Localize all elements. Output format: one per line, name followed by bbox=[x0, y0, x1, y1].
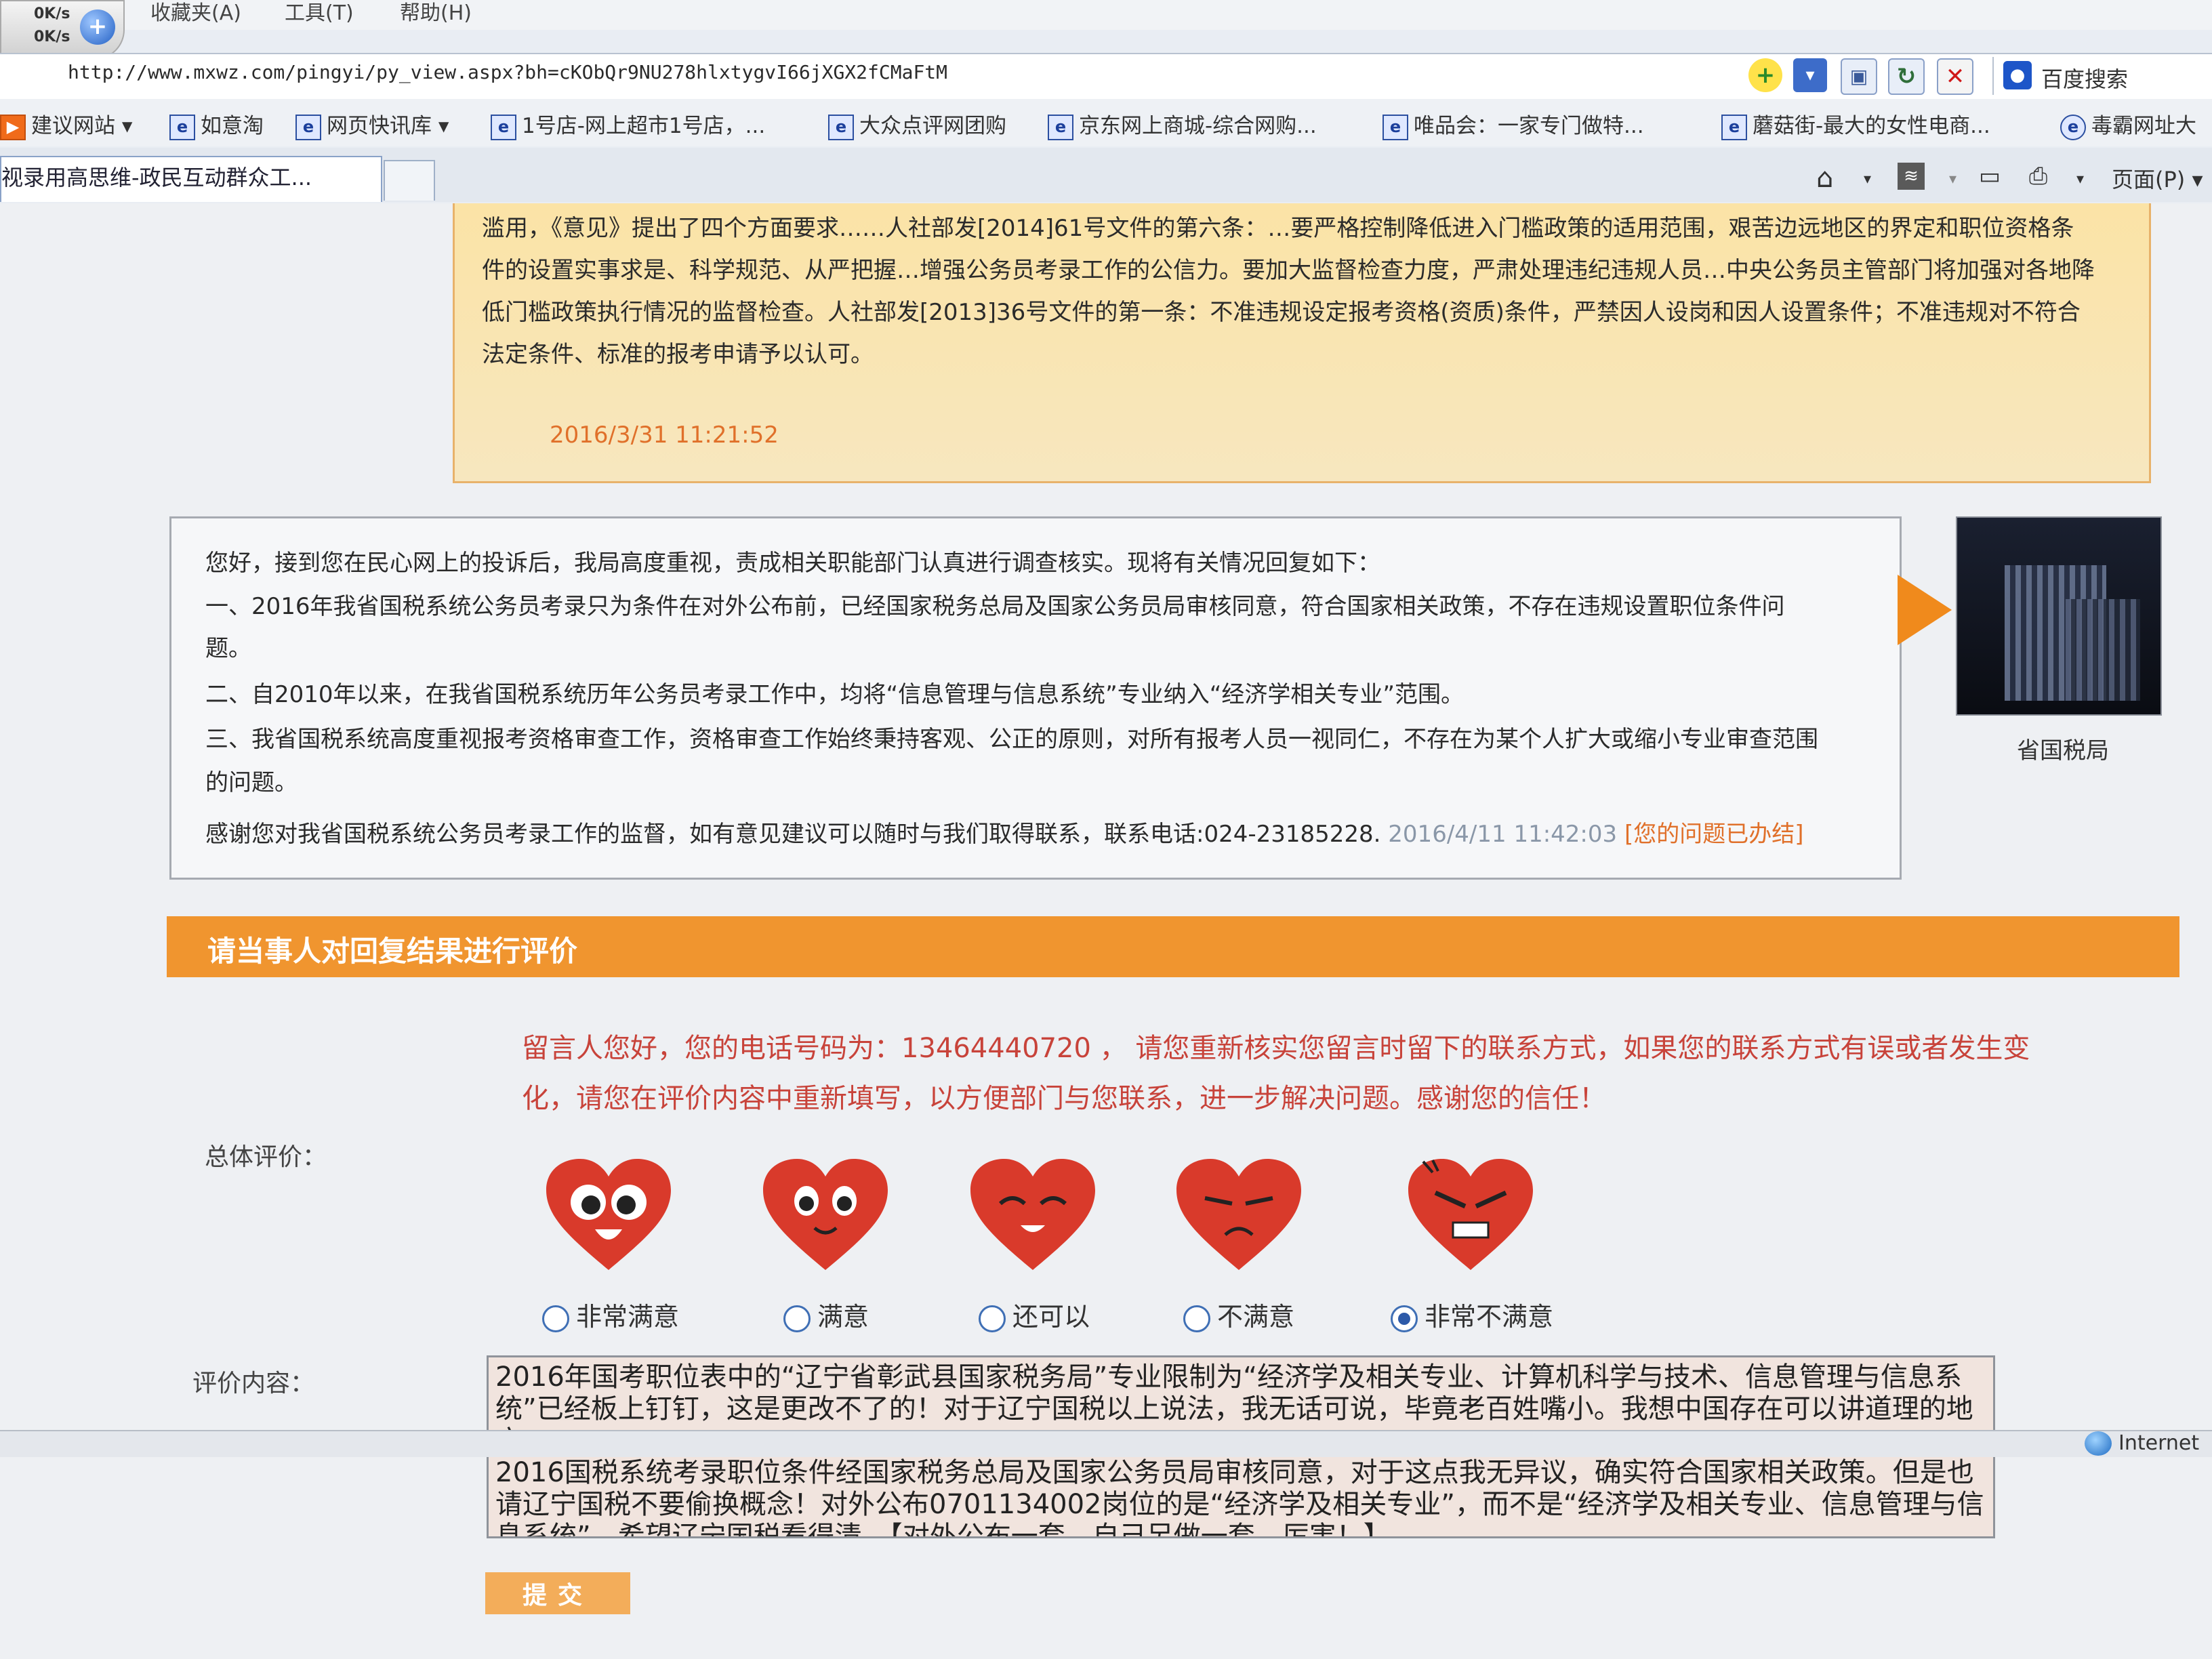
feeds-icon[interactable]: ≋ bbox=[1898, 163, 1925, 190]
page-icon: e bbox=[1382, 114, 1408, 140]
compat-view-icon[interactable]: ▣ bbox=[1841, 58, 1877, 95]
tab-bar: 视录用高思维-政民互动群众工... ⌂ ▾ ≋ ▾ ▭ ⎙ ▾ 页面(P) ▾ bbox=[0, 148, 2212, 202]
ie-icon: e bbox=[2060, 114, 2086, 140]
page-icon: e bbox=[491, 114, 516, 140]
page-icon: e bbox=[295, 114, 321, 140]
okay-heart-icon[interactable] bbox=[965, 1155, 1101, 1277]
menu-help[interactable]: 帮助(H) bbox=[400, 0, 472, 30]
search-label: 百度搜索 bbox=[2041, 66, 2129, 92]
overall-rating-label: 总体评价： bbox=[205, 1143, 327, 1171]
reply-line: 的问题。 bbox=[205, 769, 298, 796]
reply-date: 2016/4/11 11:42:03 bbox=[1388, 821, 1618, 848]
reply-line: 题。 bbox=[205, 635, 251, 662]
download-speed: 0K/s bbox=[34, 28, 70, 45]
reply-line: 三、我省国税系统高度重视报考资格审查工作，资格审查工作始终秉持客观、公正的原则，… bbox=[205, 726, 1818, 753]
rating-satisfied[interactable]: 满意 bbox=[783, 1296, 869, 1333]
address-bar[interactable]: http://www.mxwz.com/pingyi/py_view.aspx?… bbox=[0, 53, 2212, 100]
reply-thanks: 感谢您对我省国税系统公务员考录工作的监督，如有意见建议可以随时与我们取得联系，联… bbox=[205, 821, 1381, 848]
fav-item[interactable]: ▶ 建议网站 ▾ bbox=[0, 108, 132, 140]
page-icon: e bbox=[1048, 114, 1073, 140]
fav-item[interactable]: e 唯品会：一家专门做特... bbox=[1382, 108, 1644, 140]
fav-item[interactable]: e 蘑菇街-最大的女性电商... bbox=[1721, 108, 1990, 140]
reply-line: 一、2016年我省国税系统公务员考录只为条件在对外公布前，已经国家税务总局及国家… bbox=[205, 593, 1785, 620]
radio-button[interactable] bbox=[1183, 1305, 1210, 1332]
page-icon: e bbox=[169, 114, 195, 140]
fav-item[interactable]: e 京东网上商城-综合网购... bbox=[1048, 108, 1317, 140]
very-satisfied-heart-icon[interactable] bbox=[541, 1155, 676, 1277]
submit-button[interactable]: 提交 bbox=[485, 1572, 630, 1614]
upload-speed: 0K/s bbox=[34, 5, 70, 22]
very-unsatisfied-heart-icon[interactable] bbox=[1403, 1155, 1538, 1277]
fav-item[interactable]: e 网页快讯库 ▾ bbox=[295, 108, 449, 140]
evaluation-title: 请当事人对回复结果进行评价 bbox=[207, 935, 578, 968]
suggest-icon: ▶ bbox=[0, 114, 26, 140]
fav-item[interactable]: e 1号店-网上超市1号店，... bbox=[491, 108, 765, 140]
status-zone: Internet bbox=[2118, 1431, 2200, 1455]
rating-okay[interactable]: 还可以 bbox=[979, 1296, 1090, 1333]
radio-button[interactable] bbox=[783, 1305, 811, 1332]
official-reply: 您好，接到您在民心网上的投诉后，我局高度重视，责成相关职能部门认真进行调查核实。… bbox=[169, 516, 1902, 880]
mail-icon[interactable]: ▭ bbox=[1979, 163, 2001, 190]
dropdown-icon[interactable]: ▾ bbox=[1793, 58, 1827, 92]
feeds-dropdown-icon[interactable]: ▾ bbox=[1949, 171, 1957, 188]
rating-unsatisfied[interactable]: 不满意 bbox=[1183, 1296, 1294, 1333]
radio-button[interactable] bbox=[542, 1305, 569, 1332]
satisfied-heart-icon[interactable] bbox=[758, 1155, 893, 1277]
new-tab-button[interactable] bbox=[384, 160, 435, 201]
add-icon[interactable]: + bbox=[1748, 58, 1782, 92]
complaint-date: 2016/3/31 11:21:52 bbox=[550, 422, 779, 449]
evaluation-header: 请当事人对回复结果进行评价 bbox=[167, 916, 2179, 977]
network-speed-widget[interactable]: 0K/s 0K/s + bbox=[0, 0, 125, 60]
complaint-line: 件的设置实事求是、科学规范、从严把握…增强公务员考录工作的公信力。要加大监督检查… bbox=[482, 257, 2095, 284]
phone-notice: 留言人您好，您的电话号码为：13464440720 ， 请您重新核实您留言时留下… bbox=[522, 1033, 2030, 1114]
page-icon: e bbox=[828, 114, 854, 140]
complaint-line: 滥用，《意见》提出了四个方面要求……人社部发[2014]61号文件的第六条：…要… bbox=[482, 215, 2074, 242]
radio-button[interactable] bbox=[979, 1305, 1006, 1332]
rating-very-satisfied[interactable]: 非常满意 bbox=[542, 1296, 679, 1333]
complaint-message: 滥用，《意见》提出了四个方面要求……人社部发[2014]61号文件的第六条：…要… bbox=[453, 203, 2151, 483]
fav-item[interactable]: e 大众点评网团购 bbox=[828, 108, 1006, 140]
status-bar bbox=[0, 1430, 2212, 1457]
building-graphic bbox=[2066, 599, 2140, 701]
complaint-line: 法定条件、标准的报考申请予以认可。 bbox=[482, 341, 874, 368]
page-icon: e bbox=[1721, 114, 1747, 140]
department-name: 省国税局 bbox=[2017, 737, 2109, 764]
refresh-icon[interactable]: ↻ bbox=[1888, 58, 1925, 95]
complaint-line: 低门槛政策执行情况的监督检查。人社部发[2013]36号文件的第一条：不准违规设… bbox=[482, 299, 2081, 326]
arrow-right-icon bbox=[1898, 575, 1952, 645]
unsatisfied-heart-icon[interactable] bbox=[1171, 1155, 1307, 1277]
reply-line: 您好，接到您在民心网上的投诉后，我局高度重视，责成相关职能部门认真进行调查核实。… bbox=[205, 550, 1380, 577]
menu-tools[interactable]: 工具(T) bbox=[285, 0, 354, 30]
print-icon[interactable]: ⎙ bbox=[2029, 163, 2047, 190]
browser-chrome: 收藏夹(A) 工具(T) 帮助(H) 0K/s 0K/s + http://ww… bbox=[0, 0, 2212, 205]
reply-line: 二、自2010年以来，在我省国税系统历年公务员考录工作中，均将“信息管理与信息系… bbox=[205, 681, 1464, 708]
home-icon[interactable]: ⌂ bbox=[1816, 163, 1833, 194]
radio-button-selected[interactable] bbox=[1391, 1305, 1418, 1332]
page-menu[interactable]: 页面(P) ▾ bbox=[2112, 163, 2203, 194]
tab-current[interactable]: 视录用高思维-政民互动群众工... bbox=[0, 156, 382, 202]
globe-icon bbox=[2085, 1431, 2112, 1456]
fav-item[interactable]: e 毒霸网址大 bbox=[2060, 108, 2196, 140]
menu-bar: 收藏夹(A) 工具(T) 帮助(H) bbox=[0, 0, 2212, 30]
rating-very-unsatisfied[interactable]: 非常不满意 bbox=[1391, 1296, 1553, 1333]
search-box[interactable]: ● 百度搜索 bbox=[1992, 57, 2212, 95]
reply-status: [您的问题已办结] bbox=[1624, 821, 1804, 848]
baidu-icon: ● bbox=[2003, 61, 2032, 89]
department-photo bbox=[1956, 516, 2162, 716]
content-label: 评价内容： bbox=[192, 1370, 315, 1397]
home-dropdown-icon[interactable]: ▾ bbox=[1864, 171, 1871, 188]
complaint-text: 滥用，《意见》提出了四个方面要求……人社部发[2014]61号文件的第六条：…要… bbox=[482, 207, 2122, 375]
favorites-bar: ▶ 建议网站 ▾ e 如意淘 e 网页快讯库 ▾ e 1号店-网上超市1号店，... e… bbox=[0, 99, 2212, 146]
stop-icon[interactable]: ✕ bbox=[1937, 58, 1973, 95]
print-dropdown-icon[interactable]: ▾ bbox=[2076, 171, 2084, 188]
fav-item[interactable]: e 如意淘 bbox=[169, 108, 264, 140]
reply-footer: 感谢您对我省国税系统公务员考录工作的监督，如有意见建议可以随时与我们取得联系，联… bbox=[205, 815, 1872, 848]
boost-icon: + bbox=[80, 9, 115, 45]
address-url[interactable]: http://www.mxwz.com/pingyi/py_view.aspx?… bbox=[68, 61, 947, 83]
menu-favorites[interactable]: 收藏夹(A) bbox=[150, 0, 241, 30]
